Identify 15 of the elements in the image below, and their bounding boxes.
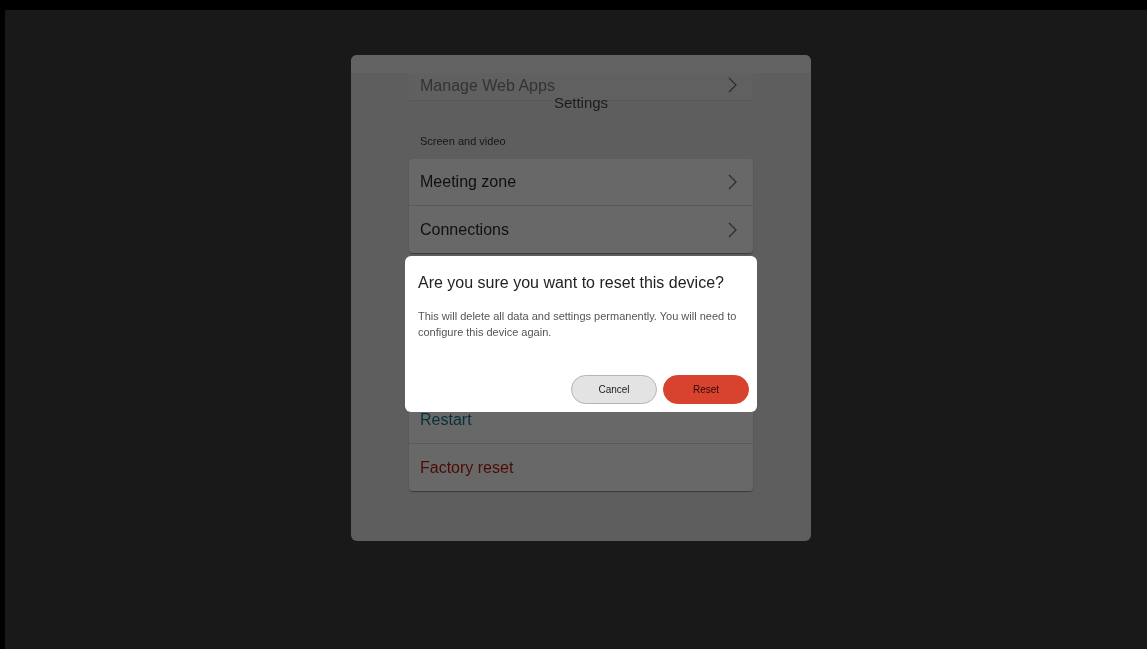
dialog-title: Are you sure you want to reset this device? [418, 274, 725, 292]
row-label: Restart [420, 411, 472, 429]
chevron-right-icon [728, 221, 737, 238]
row-label: Factory reset [420, 458, 514, 477]
row-label: Meeting zone [420, 173, 517, 191]
chevron-right-icon [728, 77, 737, 93]
settings-row[interactable]: Connections [409, 206, 753, 253]
settings-row[interactable]: Meeting zone [409, 159, 753, 206]
reset-button[interactable]: Reset [663, 375, 749, 404]
section-header: Screen and video [420, 135, 506, 147]
chevron-right-icon [728, 174, 737, 190]
dialog-message: This will delete all data and settings permanently. You will need to configure this device again. [418, 309, 738, 340]
settings-row[interactable]: Factory reset [409, 444, 753, 491]
cancel-button[interactable]: Cancel [571, 375, 657, 404]
row-label: Connections [420, 220, 509, 239]
